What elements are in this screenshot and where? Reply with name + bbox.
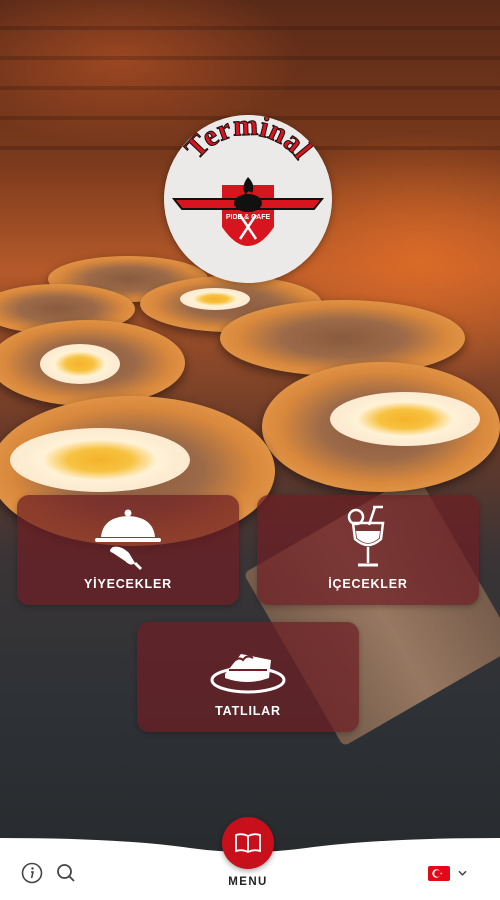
turkey-flag-icon — [428, 865, 450, 881]
cocktail-icon — [257, 503, 479, 571]
category-label: YİYECEKLER — [84, 577, 172, 591]
category-label: İÇECEKLER — [328, 577, 408, 591]
info-icon — [21, 862, 43, 884]
search-button[interactable] — [56, 863, 76, 883]
chevron-down-icon — [458, 870, 467, 876]
logo-subtitle: PIDE & CAFE — [226, 214, 271, 221]
cloche-icon — [17, 503, 239, 571]
menu-button[interactable] — [222, 817, 274, 869]
egg — [40, 344, 120, 384]
menu-label: MENU — [228, 876, 268, 888]
cake-slice-icon — [137, 630, 359, 698]
category-card-food[interactable]: YİYECEKLER — [17, 495, 239, 605]
category-label: TATLILAR — [215, 704, 281, 718]
category-card-desserts[interactable]: TATLILAR — [137, 622, 359, 732]
brand-logo: Terminal PIDE & CAFE — [164, 115, 332, 283]
open-book-icon — [235, 833, 261, 854]
category-card-drinks[interactable]: İÇECEKLER — [257, 495, 479, 605]
egg — [180, 288, 250, 310]
language-selector[interactable] — [428, 864, 472, 882]
search-icon — [57, 864, 75, 882]
egg — [330, 392, 480, 446]
info-button[interactable] — [21, 862, 43, 884]
egg — [10, 428, 190, 492]
